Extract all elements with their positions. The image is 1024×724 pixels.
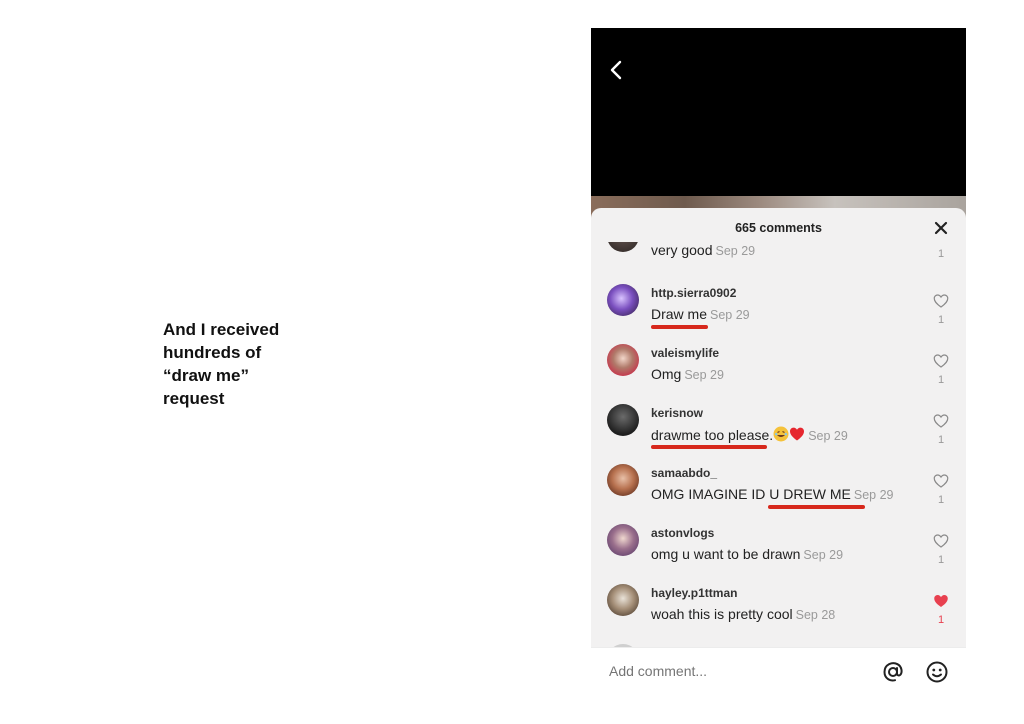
phone-screenshot: 665 comments very good Sep 29 1 http.sier… [591,28,966,695]
avatar[interactable] [607,524,639,556]
back-chevron-icon[interactable] [605,58,629,82]
like-count: 1 [937,434,945,446]
comment-username[interactable]: http.sierra0902 [651,286,736,300]
comment-composer [591,647,966,695]
comment-username[interactable]: kerisnow [651,406,703,420]
comment-count: 665 comments [735,221,822,235]
comment-text: omg u want to be drawn Sep 29 [651,546,843,562]
like-count: 1 [937,374,945,386]
comment-username[interactable]: hayley.p1ttman [651,586,737,600]
comment-username[interactable]: valeismylife [651,346,719,360]
comment-text: woah this is pretty cool Sep 28 [651,606,835,622]
comment-date: Sep 29 [808,429,848,443]
highlight-underline [768,505,865,509]
comment-body: very good [651,242,713,258]
at-mention-icon[interactable] [881,660,905,684]
heart-icon[interactable] [932,352,950,370]
avatar[interactable] [607,404,639,436]
heart-filled-icon[interactable] [932,592,950,610]
add-comment-input[interactable] [609,663,859,679]
comment-item: samaabdo_ OMG IMAGINE ID U DREW ME Sep 29… [591,464,966,524]
highlight-underline [651,445,767,449]
comment-date: Sep 28 [795,608,836,622]
comment-date: Sep 29 [710,308,750,322]
comment-body: OMG IMAGINE ID U DREW ME [651,486,851,502]
caption-line: hundreds of [163,343,262,362]
comment-item: very good Sep 29 1 [591,242,966,280]
heart-icon[interactable] [932,412,950,430]
comment-item: http.sierra0902 Draw me Sep 29 1 [591,284,966,344]
like-count: 1 [937,248,945,260]
comment-date: Sep 29 [715,244,756,258]
comment-list[interactable]: very good Sep 29 1 http.sierra0902 Draw m… [591,242,966,647]
comment-item: hayley.p1ttman woah this is pretty cool S… [591,584,966,644]
red-heart-emoji-icon [790,427,805,441]
avatar[interactable] [607,284,639,316]
comment-body: Draw me [651,306,708,322]
heart-icon[interactable] [932,532,950,550]
caption-line: “draw me” [163,366,249,385]
like-count: 1 [937,554,945,566]
comment-body: omg u want to be drawn [651,546,801,562]
comments-sheet: 665 comments very good Sep 29 1 http.sier… [591,208,966,695]
caption-line: And I received [163,320,280,339]
comment-body: Omg [651,366,682,382]
smiley-icon[interactable] [925,660,949,684]
comment-date: Sep 29 [853,488,894,502]
avatar[interactable] [607,464,639,496]
video-area [591,28,966,218]
comments-header: 665 comments [591,208,966,246]
comment-text: OMG IMAGINE ID U DREW ME Sep 29 [651,486,894,502]
like-count: 1 [937,494,945,506]
like-count: 1 [937,614,945,626]
comment-text: very good Sep 29 [651,242,755,258]
comment-username[interactable]: samaabdo_ [651,466,717,480]
comment-body: woah this is pretty cool [651,606,793,622]
close-icon[interactable] [932,219,950,237]
comment-item: kerisnow drawme too please. Sep 29 1 [591,404,966,464]
comment-date: Sep 29 [684,368,724,382]
comment-item: valeismylife Omg Sep 29 1 [591,344,966,404]
comment-body: drawme too please. [651,427,774,443]
comment-text: Omg Sep 29 [651,366,724,382]
highlight-underline [651,325,708,329]
caption-line: request [163,389,225,408]
avatar[interactable] [607,584,639,616]
comment-username[interactable]: astonvlogs [651,526,714,540]
comment-date: Sep 29 [803,548,844,562]
comment-item: astonvlogs omg u want to be drawn Sep 29 … [591,524,966,584]
like-count: 1 [937,314,945,326]
avatar[interactable] [607,344,639,376]
comment-text: drawme too please. Sep 29 [651,426,848,443]
slide-caption: And I received hundreds of “draw me” req… [163,318,313,410]
laughing-emoji-icon [773,426,789,442]
heart-icon[interactable] [932,292,950,310]
avatar[interactable] [607,242,639,252]
heart-icon[interactable] [932,472,950,490]
comment-text: Draw me Sep 29 [651,306,750,322]
